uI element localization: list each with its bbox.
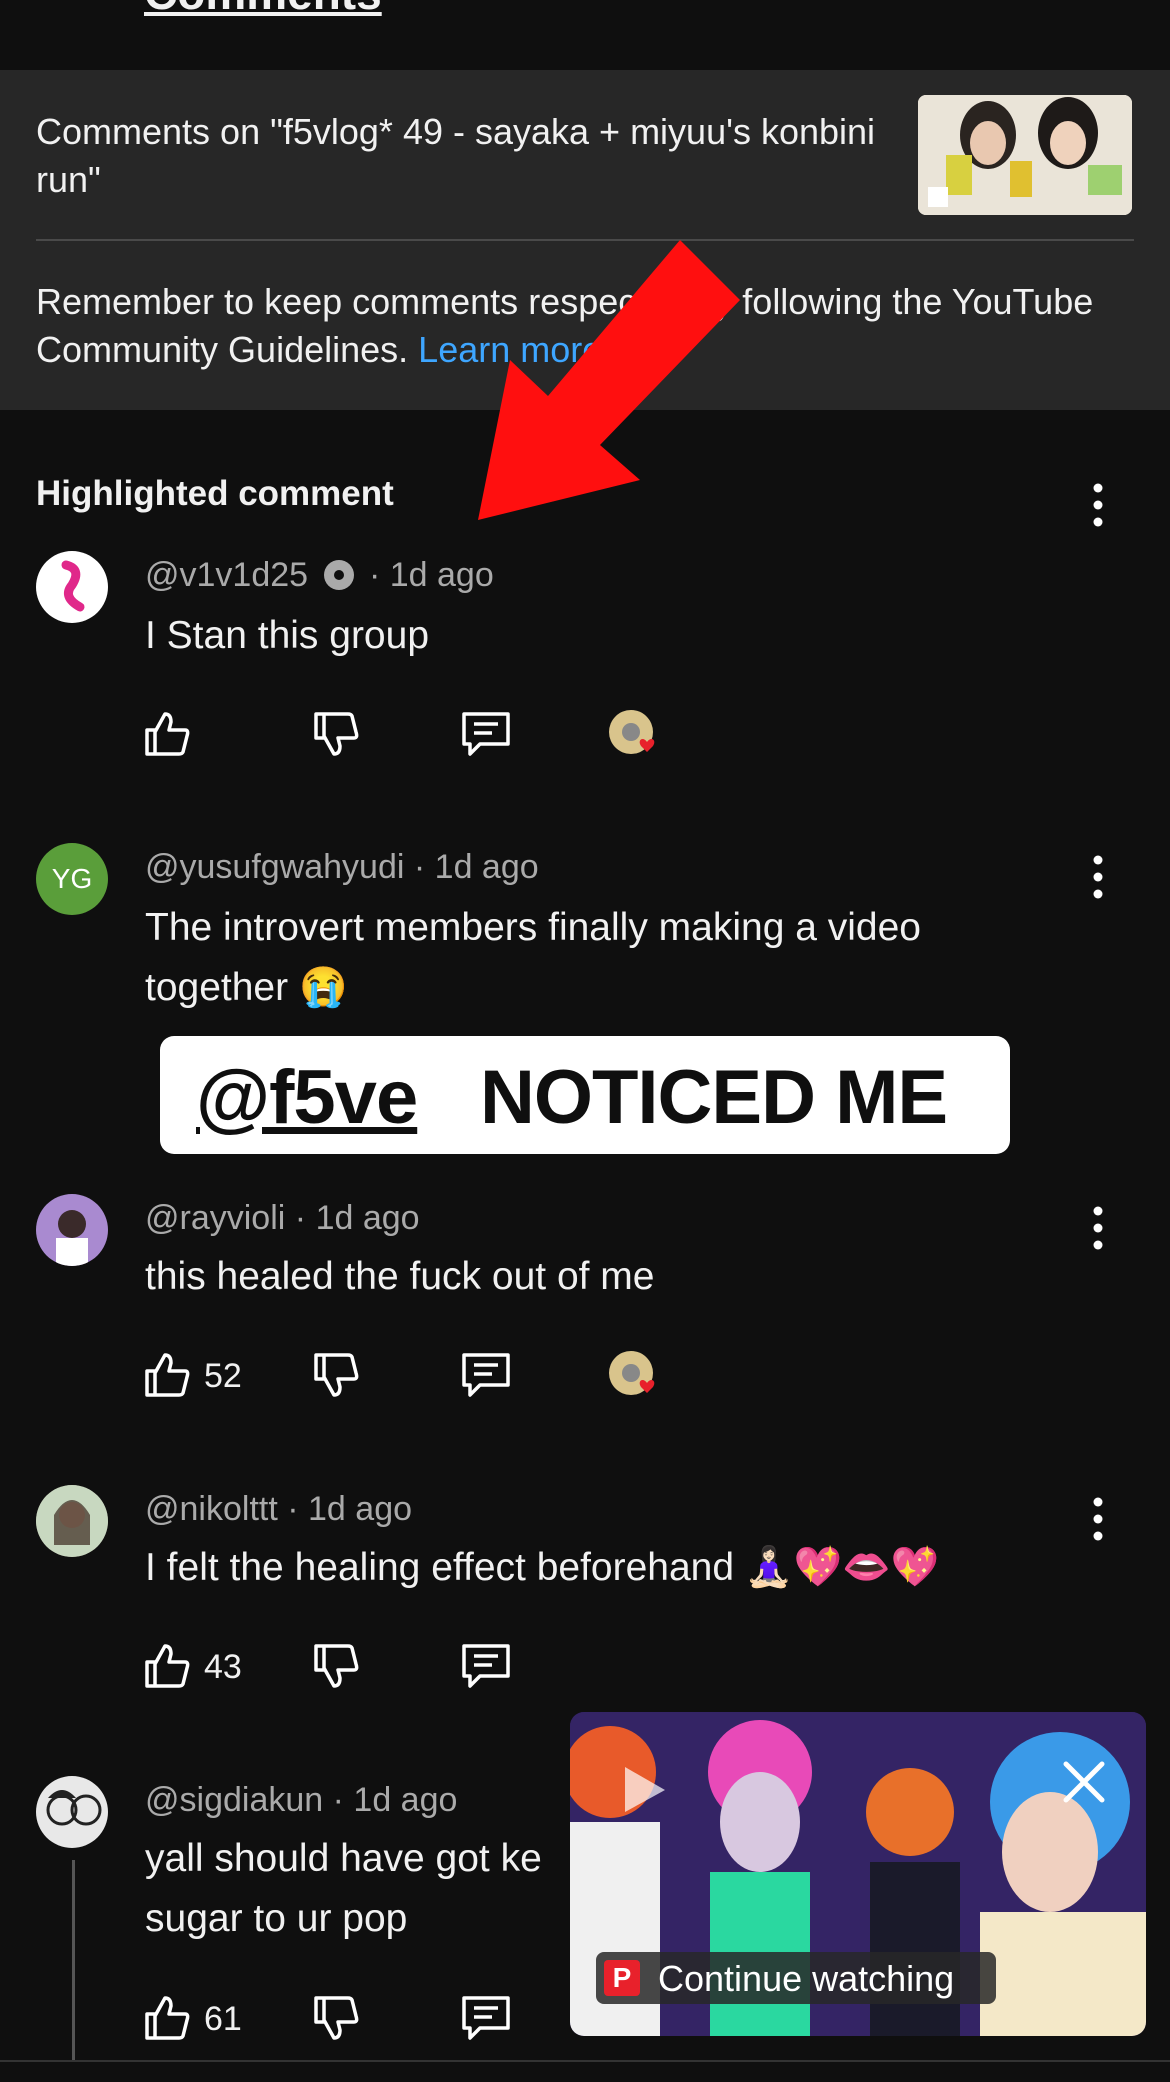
comment-text: this healed the fuck out of me bbox=[145, 1255, 655, 1298]
overlay-handle: @f5ve bbox=[196, 1055, 418, 1140]
dislike-icon[interactable] bbox=[310, 1349, 362, 1401]
avatar[interactable] bbox=[36, 551, 108, 623]
comment-meta: @yusufgwahyudi · 1d ago bbox=[145, 848, 539, 886]
red-arrow-annotation bbox=[478, 240, 740, 520]
avatar[interactable]: YG bbox=[36, 843, 108, 915]
creator-heart-icon bbox=[609, 710, 655, 754]
more-options-icon[interactable] bbox=[1072, 0, 1102, 10]
reply-thread-line bbox=[72, 1860, 75, 2060]
search-icon[interactable] bbox=[925, 0, 985, 14]
overlay-text: NOTICED ME bbox=[480, 1055, 948, 1140]
comment-menu-icon[interactable] bbox=[1083, 852, 1113, 902]
comment-menu-icon[interactable] bbox=[1083, 480, 1113, 530]
comment-author[interactable]: @yusufgwahyudi bbox=[145, 848, 404, 886]
creator-heart-icon bbox=[609, 1351, 655, 1395]
continue-watching-label[interactable]: Continue watching bbox=[658, 1958, 954, 2000]
highlighted-comment-label: Highlighted comment bbox=[36, 474, 394, 513]
like-icon[interactable] bbox=[141, 1640, 193, 1692]
reply-icon[interactable] bbox=[460, 1992, 512, 2044]
dislike-icon[interactable] bbox=[310, 1992, 362, 2044]
comment-time: 1d ago bbox=[315, 1199, 420, 1237]
like-icon[interactable] bbox=[141, 708, 193, 760]
comment-menu-icon[interactable] bbox=[1083, 1203, 1113, 1253]
comment-author[interactable]: @v1v1d25 bbox=[145, 556, 308, 594]
comment-author[interactable]: @rayvioli bbox=[145, 1199, 285, 1237]
comment-text: The introvert members finally making a v… bbox=[145, 906, 921, 1009]
comment-time: 1d ago bbox=[389, 556, 494, 594]
dislike-icon[interactable] bbox=[310, 708, 362, 760]
like-count: 61 bbox=[204, 2000, 242, 2038]
comment-text: yall should have got ke sugar to ur pop bbox=[145, 1829, 542, 1949]
video-thumbnail[interactable] bbox=[918, 95, 1132, 215]
back-arrow-icon[interactable] bbox=[40, 0, 100, 10]
comment-menu-icon[interactable] bbox=[1083, 1494, 1113, 1544]
comment-time: 1d ago bbox=[308, 1490, 413, 1528]
comment-text-line: yall should have got ke bbox=[145, 1837, 542, 1880]
comment-author[interactable]: @sigdiakun bbox=[145, 1781, 323, 1819]
close-icon[interactable] bbox=[1062, 1760, 1106, 1804]
comment-time: 1d ago bbox=[353, 1781, 458, 1819]
avatar[interactable] bbox=[36, 1776, 108, 1848]
comment-meta: @nikolttt · 1d ago bbox=[145, 1490, 413, 1528]
comment-text-line: sugar to ur pop bbox=[145, 1897, 408, 1940]
comment-meta: @sigdiakun · 1d ago bbox=[145, 1781, 458, 1819]
page-title: Comments bbox=[144, 0, 382, 20]
app-logo-icon: P bbox=[604, 1960, 640, 1996]
verified-artist-icon bbox=[323, 560, 354, 590]
avatar[interactable] bbox=[36, 1194, 108, 1266]
comment-meta: @v1v1d25 · 1d ago bbox=[145, 556, 494, 594]
comment-author[interactable]: @nikolttt bbox=[145, 1490, 278, 1528]
avatar[interactable] bbox=[36, 1485, 108, 1557]
dislike-icon[interactable] bbox=[310, 1640, 362, 1692]
comment-time: 1d ago bbox=[434, 848, 539, 886]
video-title: Comments on "f5vlog* 49 - sayaka + miyuu… bbox=[36, 111, 876, 200]
like-count: 52 bbox=[204, 1357, 242, 1395]
comment-meta: @rayvioli · 1d ago bbox=[145, 1199, 420, 1237]
reply-icon[interactable] bbox=[460, 1640, 512, 1692]
comment-text: I Stan this group bbox=[145, 614, 430, 657]
comment-text: I felt the healing effect beforehand 🧘🏻‍… bbox=[145, 1546, 940, 1589]
like-icon[interactable] bbox=[141, 1349, 193, 1401]
like-icon[interactable] bbox=[141, 1992, 193, 2044]
like-count: 43 bbox=[204, 1648, 242, 1686]
reply-icon[interactable] bbox=[460, 708, 512, 760]
bottom-nav-bar bbox=[0, 2060, 1170, 2082]
reply-icon[interactable] bbox=[460, 1349, 512, 1401]
